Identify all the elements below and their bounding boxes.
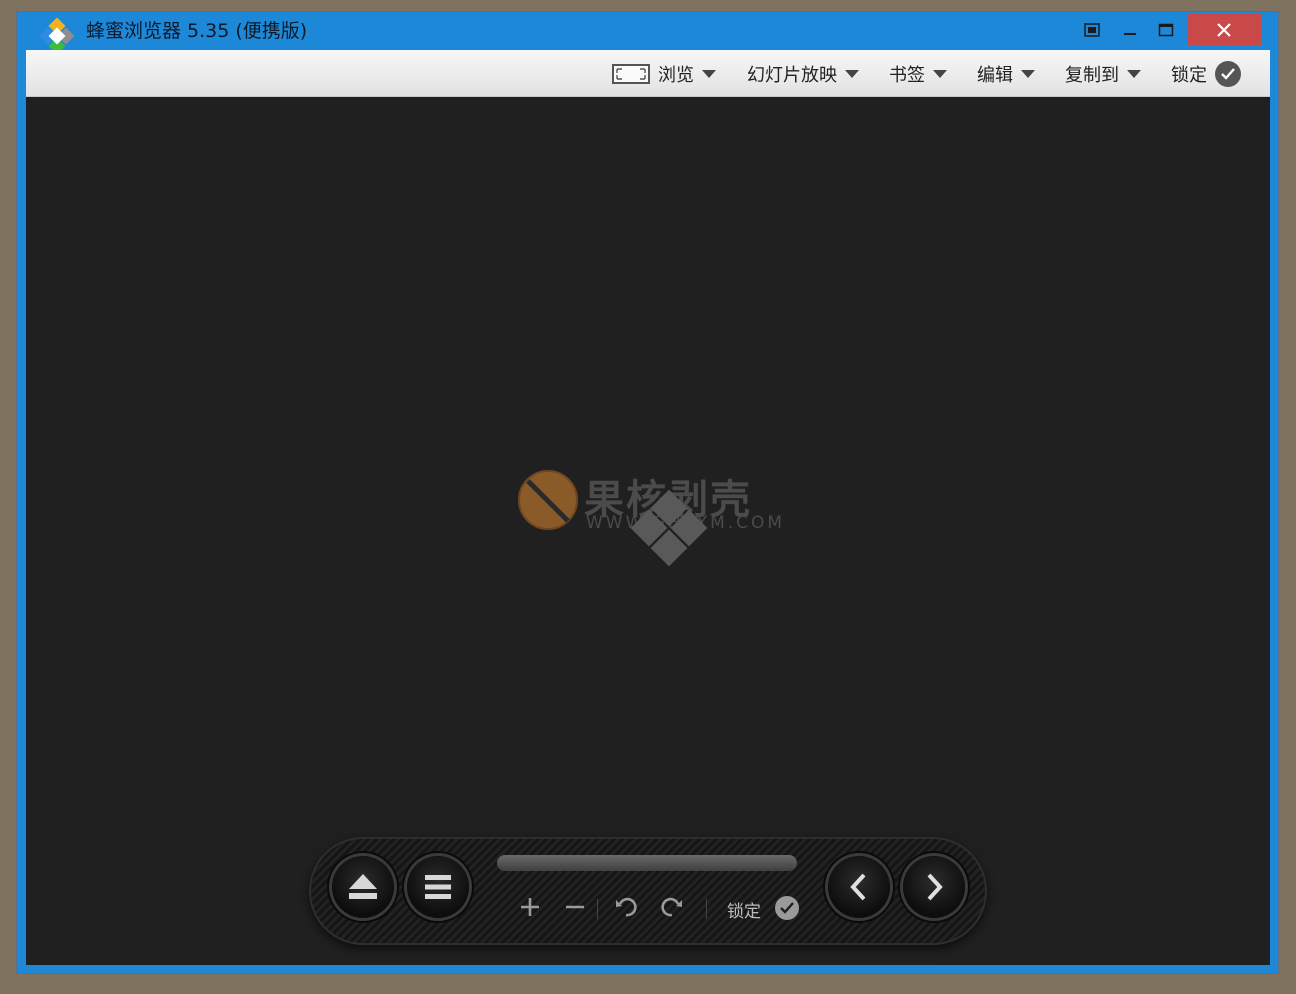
minimize-button[interactable] <box>1115 14 1145 46</box>
zoom-in-icon <box>521 898 539 916</box>
viewer-control-bar: 锁定 <box>309 837 987 945</box>
menu-bookmarks-label: 书签 <box>889 65 925 86</box>
check-circle-icon <box>780 902 794 914</box>
zoom-slider[interactable] <box>497 855 797 871</box>
divider <box>706 899 707 919</box>
menu-edit-label: 编辑 <box>977 65 1013 86</box>
menu-lock[interactable]: 锁定 <box>1171 61 1241 87</box>
lock-toggle[interactable] <box>775 896 799 920</box>
menu-browse-label: 浏览 <box>658 65 694 86</box>
minimize-icon <box>1124 33 1136 35</box>
chevron-down-icon <box>845 70 859 78</box>
menu-slideshow[interactable]: 幻灯片放映 <box>747 62 859 86</box>
menu-copy-to-label: 复制到 <box>1065 65 1119 86</box>
zoom-out-button[interactable] <box>562 894 588 920</box>
watermark: 果核剥壳 WWW.GHPYM.COM <box>516 467 786 577</box>
maximize-button[interactable] <box>1151 14 1181 46</box>
zoom-in-button[interactable] <box>517 894 543 920</box>
image-viewer-area[interactable]: 果核剥壳 WWW.GHPYM.COM <box>26 97 1270 965</box>
next-button[interactable] <box>903 856 965 918</box>
chevron-down-icon <box>1021 70 1035 78</box>
rotate-left-icon <box>616 897 637 917</box>
menu-toolbar: 浏览 幻灯片放映 书签 编辑 复制到 锁定 <box>26 50 1270 97</box>
close-icon <box>1217 22 1231 37</box>
previous-button[interactable] <box>828 856 890 918</box>
menu-slideshow-label: 幻灯片放映 <box>747 65 837 86</box>
lock-label: 锁定 <box>727 902 761 922</box>
menu-button[interactable] <box>407 856 469 918</box>
previous-icon <box>850 873 866 901</box>
watermark-diamond-icon <box>630 489 708 567</box>
title-bar[interactable]: 蜂蜜浏览器 5.35 (便携版) <box>17 12 1278 55</box>
maximize-icon <box>1158 23 1174 37</box>
check-circle-icon <box>1215 61 1241 87</box>
menu-icon <box>425 875 451 899</box>
menu-edit[interactable]: 编辑 <box>977 62 1035 86</box>
watermark-logo-icon <box>518 470 578 530</box>
zoom-out-icon <box>566 905 584 909</box>
rotate-right-button[interactable] <box>659 894 685 920</box>
close-button[interactable] <box>1187 14 1261 45</box>
eject-button[interactable] <box>332 856 394 918</box>
next-icon <box>927 873 943 901</box>
fit-screen-icon <box>612 64 650 84</box>
fullscreen-button[interactable] <box>1077 14 1107 46</box>
fullscreen-icon <box>1084 23 1100 37</box>
divider <box>597 899 598 919</box>
window-title: 蜂蜜浏览器 5.35 (便携版) <box>86 20 308 42</box>
app-window: 蜂蜜浏览器 5.35 (便携版) 浏览 幻灯片放映 书签 编辑 复制到 锁定 锁… <box>17 12 1278 973</box>
eject-icon <box>349 874 377 899</box>
chevron-down-icon <box>933 70 947 78</box>
rotate-left-button[interactable] <box>613 894 639 920</box>
chevron-down-icon <box>702 70 716 78</box>
menu-copy-to[interactable]: 复制到 <box>1065 62 1141 86</box>
chevron-down-icon <box>1127 70 1141 78</box>
menu-browse[interactable]: 浏览 <box>612 62 716 86</box>
menu-lock-label: 锁定 <box>1171 65 1207 86</box>
rotate-right-icon <box>661 897 682 917</box>
menu-bookmarks[interactable]: 书签 <box>889 62 947 86</box>
